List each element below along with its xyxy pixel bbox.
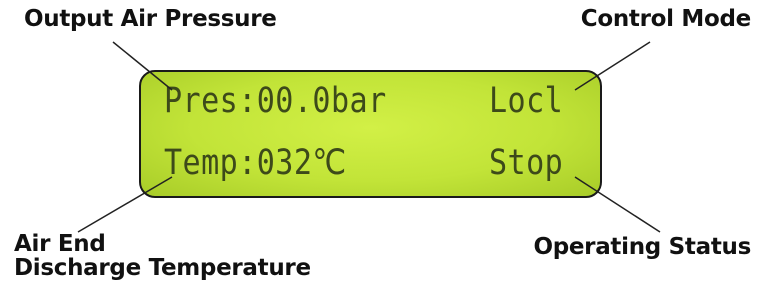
leader-lines: [77, 41, 661, 233]
leader-line-mode: [574, 41, 651, 91]
leader-line-temperature: [77, 176, 173, 233]
leader-line-pressure: [112, 41, 173, 91]
leader-line-status: [574, 176, 661, 233]
